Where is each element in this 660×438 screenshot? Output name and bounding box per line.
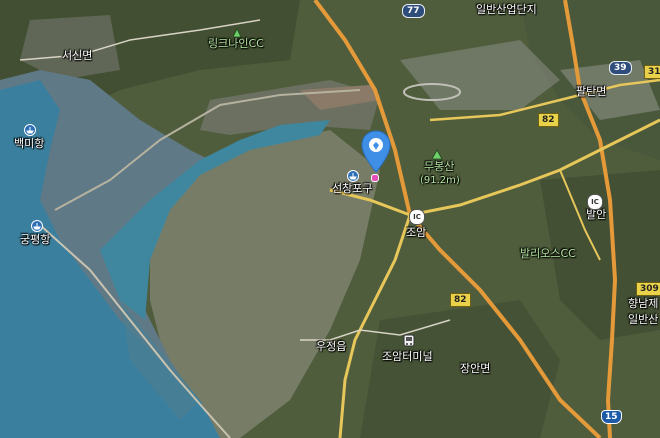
- place-label-mubongsan[interactable]: 무봉산: [424, 161, 454, 173]
- place-label-paltan[interactable]: 팔탄면: [576, 86, 606, 98]
- place-label-industrial-complex-right[interactable]: 일반산: [628, 314, 658, 326]
- place-label-mubongsan-elevation: (91.2m): [420, 175, 460, 186]
- place-label-balios-cc[interactable]: 발리오스CC: [520, 248, 576, 260]
- place-label-gungpyeong-port[interactable]: 궁평항: [20, 234, 50, 246]
- road-shield-15: 15: [601, 410, 622, 424]
- port-icon-baekmi: [24, 124, 36, 136]
- port-icon-seonchang: [347, 170, 359, 182]
- road-shield-77: 77: [402, 4, 425, 18]
- road-shield-39: 39: [609, 61, 632, 75]
- place-label-hyangnam[interactable]: 향남제: [628, 298, 658, 310]
- bus-terminal-icon: [403, 334, 415, 347]
- place-label-balan[interactable]: 발안: [586, 209, 606, 221]
- place-label-seonchang-pogu[interactable]: 선창포구: [332, 183, 372, 195]
- place-label-industrial-complex-top[interactable]: 일반산업단지: [476, 4, 537, 16]
- place-label-jangan[interactable]: 장안면: [460, 363, 490, 375]
- road-shield-309: 309: [636, 282, 660, 296]
- interchange-icon-balan: IC: [587, 194, 603, 210]
- place-label-joam[interactable]: 조암: [406, 227, 426, 239]
- place-label-link-nine-cc[interactable]: 링크나인CC: [208, 38, 264, 50]
- place-label-baekmi-port[interactable]: 백미항: [14, 138, 44, 150]
- road-shield-82-north: 82: [538, 113, 559, 127]
- road-shield-31: 31: [644, 65, 660, 79]
- place-label-joam-terminal[interactable]: 조암터미널: [382, 351, 433, 363]
- road-shield-82-south: 82: [450, 293, 471, 307]
- place-label-seosin[interactable]: 서신면: [62, 50, 92, 62]
- mountain-icon-mubongsan: [431, 149, 443, 160]
- port-icon-gungpyeong: [31, 220, 43, 232]
- location-pin-dot: [371, 174, 379, 182]
- interchange-icon-joam: IC: [409, 209, 425, 225]
- place-label-ujeong[interactable]: 우정읍: [316, 341, 346, 353]
- location-pin-icon[interactable]: [361, 130, 391, 174]
- satellite-map[interactable]: [0, 0, 660, 438]
- mountain-icon-link-nine: [232, 28, 242, 38]
